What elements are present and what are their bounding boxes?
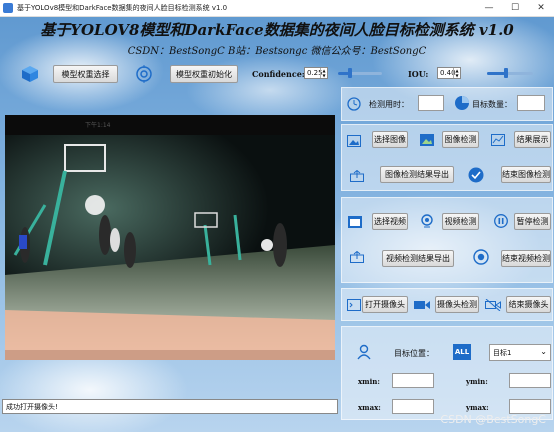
xmin-field xyxy=(392,373,434,388)
stats-panel: 检测用时： 目标数量： xyxy=(341,87,553,121)
open-camera-button[interactable]: 打开摄像头 xyxy=(362,296,408,313)
ymax-field xyxy=(509,399,551,414)
xmin-label: xmin: xyxy=(358,377,380,386)
select-video-button[interactable]: 选择视频 xyxy=(372,213,408,230)
pie-chart-icon xyxy=(454,95,470,111)
video-display: 下午1:14 xyxy=(5,115,335,360)
target-position-label: 目标位置： xyxy=(394,349,434,358)
iou-label: IOU: xyxy=(408,69,429,79)
count-value-box xyxy=(517,95,545,111)
pause-video-button[interactable]: 暂停检测 xyxy=(514,213,551,230)
chevron-down-icon: ⌄ xyxy=(540,347,547,356)
xmax-label: xmax: xyxy=(358,403,381,412)
webcam-icon xyxy=(419,213,435,229)
select-weights-button[interactable]: 模型权重选择 xyxy=(53,65,118,83)
time-value-box xyxy=(418,95,444,111)
count-label: 目标数量： xyxy=(472,100,512,109)
camera-panel: 打开摄像头 摄像头检测 结束摄像头 xyxy=(341,288,553,321)
status-bar: 成功打开摄像头! xyxy=(2,399,338,414)
ymax-label: ymax: xyxy=(466,403,489,412)
pause-icon xyxy=(493,213,509,229)
camera-frame-image: 下午1:14 xyxy=(5,115,335,360)
photo-detect-icon xyxy=(419,132,435,148)
video-window-icon xyxy=(347,214,363,230)
detect-image-button[interactable]: 图像检测 xyxy=(442,131,479,148)
export-video-button[interactable]: 视频检测结果导出 xyxy=(382,250,454,267)
video-panel: 选择视频 视频检测 暂停检测 视频检测结果导出 结束视频检测 xyxy=(341,197,553,283)
timer-icon xyxy=(346,96,362,112)
line-chart-icon xyxy=(490,132,506,148)
stop-circle-icon xyxy=(473,249,489,265)
image-panel: 选择图像 图像检测 结果展示 图像检测结果导出 结束图像检测 xyxy=(341,124,553,191)
app-window: 基于YOLOv8模型和DarkFace数据集的夜间人脸目标检测系统 v1.0 —… xyxy=(0,0,554,432)
show-result-button[interactable]: 结果展示 xyxy=(514,131,551,148)
location-pin-icon xyxy=(356,344,372,360)
select-image-button[interactable]: 选择图像 xyxy=(372,131,408,148)
app-icon xyxy=(3,3,13,13)
target-select-value: 目标1 xyxy=(493,348,512,357)
settings-target-icon xyxy=(134,64,154,84)
iou-slider-handle[interactable] xyxy=(504,68,508,78)
watermark: CSDN @BestSongC xyxy=(440,413,546,426)
target-panel: 目标位置： ALL 目标1 ⌄ xmin: ymin: xmax: ymax: xyxy=(341,326,553,420)
cube-icon xyxy=(20,64,40,84)
spinbox-arrows-icon[interactable]: ▲ ▼ xyxy=(453,68,460,78)
window-controls: — ☐ ✕ xyxy=(476,0,554,16)
xmax-field xyxy=(392,399,434,414)
image-icon xyxy=(346,133,362,149)
export-icon xyxy=(349,249,365,265)
title-bar: 基于YOLOv8模型和DarkFace数据集的夜间人脸目标检测系统 v1.0 —… xyxy=(0,0,554,17)
iou-slider-fill xyxy=(487,72,506,75)
camera-off-icon xyxy=(485,297,501,313)
iou-slider[interactable] xyxy=(487,68,533,78)
phone-status-text: 下午1:14 xyxy=(85,121,111,129)
confidence-spinbox[interactable]: 0.25 ▲ ▼ xyxy=(304,67,328,79)
all-icon: ALL xyxy=(453,344,471,360)
stop-video-button[interactable]: 结束视频检测 xyxy=(501,250,551,267)
page-subtitle: CSDN：BestSongC B站：Bestsongc 微信公众号：BestSo… xyxy=(127,46,427,57)
window-title: 基于YOLOv8模型和DarkFace数据集的夜间人脸目标检测系统 v1.0 xyxy=(17,4,228,12)
ymin-label: ymin: xyxy=(466,377,488,386)
close-camera-button[interactable]: 结束摄像头 xyxy=(506,296,551,313)
target-select[interactable]: 目标1 ⌄ xyxy=(489,344,551,361)
page-title: 基于YOLOV8模型和DarkFace数据集的夜间人脸目标检测系统 v1.0 xyxy=(40,21,514,39)
close-button[interactable]: ✕ xyxy=(528,0,554,16)
status-message: 成功打开摄像头! xyxy=(6,402,58,411)
init-weights-button[interactable]: 模型权重初始化 xyxy=(170,65,238,83)
confidence-slider[interactable] xyxy=(338,68,382,78)
confidence-slider-handle[interactable] xyxy=(348,68,352,78)
minimize-button[interactable]: — xyxy=(476,0,502,16)
spinbox-arrows-icon[interactable]: ▲ ▼ xyxy=(320,68,327,78)
iou-spinbox[interactable]: 0.40 ▲ ▼ xyxy=(437,67,461,79)
maximize-button[interactable]: ☐ xyxy=(502,0,528,16)
stop-image-button[interactable]: 结束图像检测 xyxy=(501,166,551,183)
ymin-field xyxy=(509,373,551,388)
confidence-label: Confidence: xyxy=(252,69,305,79)
detect-camera-button[interactable]: 摄像头检测 xyxy=(435,296,479,313)
export-image-button[interactable]: 图像检测结果导出 xyxy=(380,166,454,183)
check-circle-icon xyxy=(468,167,484,183)
time-label: 检测用时： xyxy=(369,100,409,109)
detect-video-button[interactable]: 视频检测 xyxy=(442,213,479,230)
camera-window-icon xyxy=(346,297,362,313)
video-camera-icon xyxy=(414,297,430,313)
export-icon xyxy=(349,168,365,184)
